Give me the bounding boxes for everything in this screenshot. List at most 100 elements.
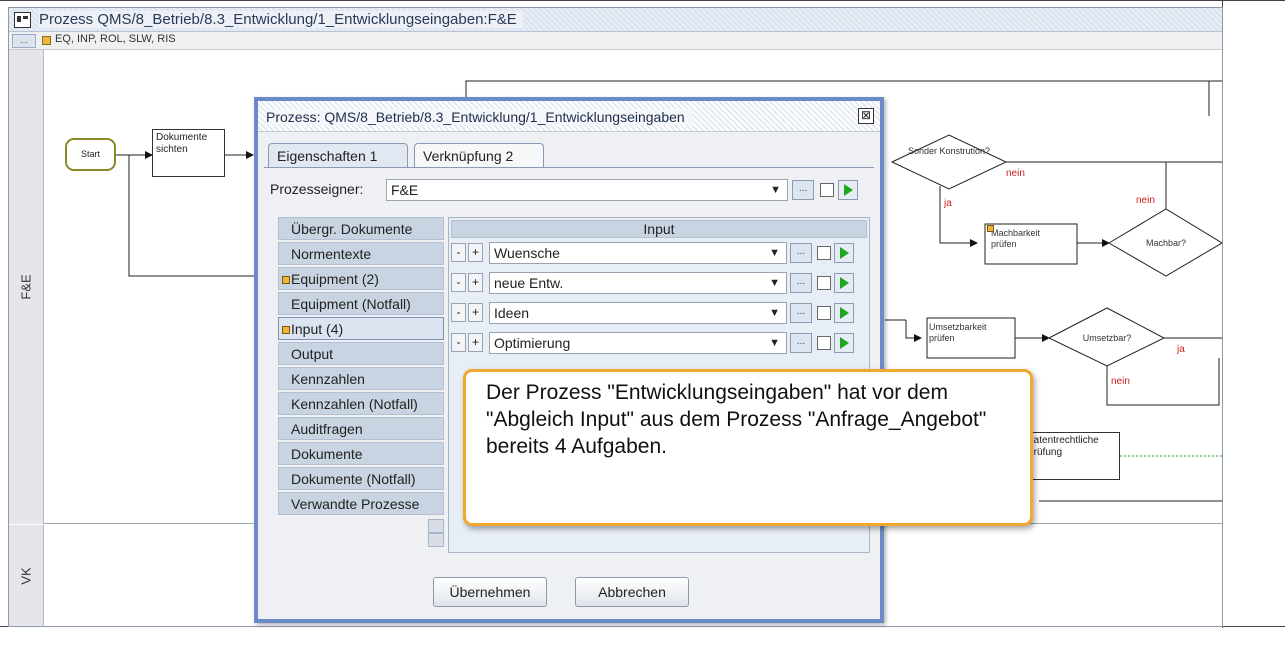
category-normentexte[interactable]: Normentexte	[278, 242, 444, 265]
machbar-nein-label: nein	[1136, 195, 1155, 206]
chevron-down-icon: ▼	[769, 277, 780, 289]
input-checkbox[interactable]	[817, 246, 831, 260]
category-label: Equipment (2)	[291, 271, 379, 287]
add-row-button[interactable]: +	[468, 273, 483, 292]
indicator-icon	[282, 276, 290, 284]
machbar-decision-label[interactable]: Machbar?	[1129, 238, 1203, 249]
tab-eigenschaften[interactable]: Eigenschaften 1	[268, 143, 408, 168]
category-list: Übergr. Dokumente Normentexte Equipment …	[278, 217, 444, 517]
input-column-header: Input	[451, 220, 867, 238]
add-row-button[interactable]: +	[468, 333, 483, 352]
input-select[interactable]: Optimierung ▼	[489, 332, 787, 354]
category-label: Dokumente	[291, 446, 363, 462]
add-row-button[interactable]: +	[468, 243, 483, 262]
task-patent-label: Patentrechtliche Prüfung	[1027, 435, 1099, 458]
category-label: Kennzahlen (Notfall)	[291, 396, 418, 412]
owner-value: F&E	[391, 182, 419, 198]
category-label: Dokumente (Notfall)	[291, 471, 416, 487]
remove-row-button[interactable]: -	[451, 273, 466, 292]
page-rule-top	[0, 0, 1285, 1]
input-checkbox[interactable]	[817, 336, 831, 350]
category-label: Input (4)	[291, 321, 344, 337]
add-row-button[interactable]: +	[468, 303, 483, 322]
input-select[interactable]: Ideen ▼	[489, 302, 787, 324]
task-patentrechtliche-pruefung[interactable]: Patentrechtliche Prüfung	[1023, 432, 1120, 480]
input-checkbox[interactable]	[817, 276, 831, 290]
input-row: - + Optimierung ▼ ...	[451, 330, 867, 356]
umsetzbar-nein-label: nein	[1111, 376, 1130, 387]
owner-checkbox[interactable]	[820, 183, 834, 197]
remove-row-button[interactable]: -	[451, 243, 466, 262]
owner-select[interactable]: F&E ▼	[386, 179, 788, 201]
category-dokumente-notfall[interactable]: Dokumente (Notfall)	[278, 467, 444, 490]
close-icon[interactable]: ⊠	[858, 108, 874, 124]
input-row: - + neue Entw. ▼ ...	[451, 270, 867, 296]
category-dokumente[interactable]: Dokumente	[278, 442, 444, 465]
category-label: Kennzahlen	[291, 371, 365, 387]
task-machbarkeit[interactable]: Machbarkeit prüfen	[991, 228, 1061, 250]
chevron-down-icon: ▼	[769, 247, 780, 259]
category-input[interactable]: Input (4)	[278, 317, 444, 340]
input-select[interactable]: neue Entw. ▼	[489, 272, 787, 294]
dialog-title: Prozess: QMS/8_Betrieb/8.3_Entwicklung/1…	[266, 109, 693, 125]
list-scroll-up[interactable]	[428, 519, 444, 533]
category-equipment[interactable]: Equipment (2)	[278, 267, 444, 290]
start-event[interactable]: Start	[65, 138, 116, 171]
callout-text: Der Prozess "Entwicklungseingaben" hat v…	[486, 381, 987, 458]
remove-row-button[interactable]: -	[451, 303, 466, 322]
apply-button[interactable]: Übernehmen	[433, 577, 547, 607]
category-verwandte-prozesse[interactable]: Verwandte Prozesse	[278, 492, 444, 515]
umsetzbar-decision-label[interactable]: Umsetzbar?	[1069, 333, 1145, 344]
input-more-button[interactable]: ...	[790, 333, 812, 353]
flow-umsetz-in	[905, 320, 922, 342]
input-checkbox[interactable]	[817, 306, 831, 320]
sonder-ja-label: ja	[944, 198, 952, 209]
input-more-button[interactable]: ...	[790, 303, 812, 323]
category-auditfragen[interactable]: Auditfragen	[278, 417, 444, 440]
task-umsetzbarkeit[interactable]: Umsetzbarkeit prüfen	[929, 322, 1013, 344]
sonder-decision-label[interactable]: Sonder Konstrution?	[902, 146, 996, 157]
tab-verknuepfung[interactable]: Verknüpfung 2	[414, 143, 544, 168]
category-equipment-notfall[interactable]: Equipment (Notfall)	[278, 292, 444, 315]
remove-row-button[interactable]: -	[451, 333, 466, 352]
input-value: Ideen	[494, 305, 530, 321]
chevron-down-icon: ▼	[769, 337, 780, 349]
category-label: Normentexte	[291, 246, 372, 262]
chevron-down-icon: ▼	[769, 307, 780, 319]
input-value: Optimierung	[494, 335, 571, 351]
input-play-icon[interactable]	[834, 273, 854, 293]
umsetzbar-ja-label: ja	[1177, 344, 1185, 355]
chevron-down-icon: ▼	[770, 184, 781, 196]
owner-more-button[interactable]: ...	[792, 180, 814, 200]
cancel-button[interactable]: Abbrechen	[575, 577, 689, 607]
annotation-callout: Der Prozess "Entwicklungseingaben" hat v…	[463, 369, 1033, 526]
owner-label: Prozesseigner:	[270, 181, 364, 197]
input-play-icon[interactable]	[834, 333, 854, 353]
task-dokumente-sichten[interactable]: Dokumente sichten	[152, 129, 225, 177]
machbarkeit-indicator-icon	[987, 225, 994, 232]
input-more-button[interactable]: ...	[790, 243, 812, 263]
category-label: Verwandte Prozesse	[291, 496, 420, 512]
tab-divider	[264, 167, 874, 168]
input-more-button[interactable]: ...	[790, 273, 812, 293]
dialog-titlebar: Prozess: QMS/8_Betrieb/8.3_Entwicklung/1…	[258, 101, 880, 132]
flow-sonder-ja	[939, 186, 978, 247]
category-kennzahlen[interactable]: Kennzahlen	[278, 367, 444, 390]
process-dialog: Prozess: QMS/8_Betrieb/8.3_Entwicklung/1…	[254, 97, 884, 623]
shape-sonder-decision	[890, 134, 1008, 190]
category-label: Output	[291, 346, 334, 362]
owner-play-icon[interactable]	[838, 180, 858, 200]
input-play-icon[interactable]	[834, 303, 854, 323]
indicator-icon	[282, 326, 290, 334]
sonder-nein-label: nein	[1006, 168, 1025, 179]
category-output[interactable]: Output	[278, 342, 444, 365]
input-row: - + Wuensche ▼ ...	[451, 240, 867, 266]
category-label: Übergr. Dokumente	[291, 221, 413, 237]
category-label: Auditfragen	[291, 421, 363, 437]
list-scroll-down[interactable]	[428, 533, 444, 547]
input-play-icon[interactable]	[834, 243, 854, 263]
input-select[interactable]: Wuensche ▼	[489, 242, 787, 264]
input-value: Wuensche	[494, 245, 560, 261]
category-uebergr-dokumente[interactable]: Übergr. Dokumente	[278, 217, 444, 240]
category-kennzahlen-notfall[interactable]: Kennzahlen (Notfall)	[278, 392, 444, 415]
